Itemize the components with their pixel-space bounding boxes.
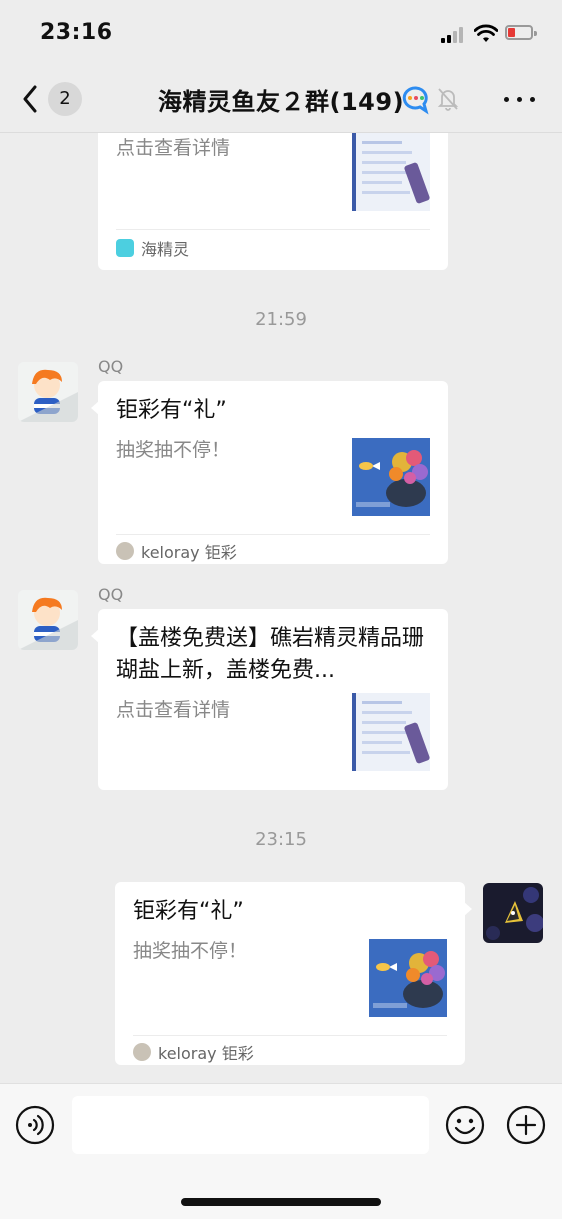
mini-program-card[interactable]: 钜彩有“礼” 抽奖抽不停！ keloray 钜彩	[91, 381, 448, 564]
card-title: 【盖楼免费送】礁岩精灵精品珊瑚盐上新，盖楼免费...	[116, 626, 425, 683]
back-chevron-icon	[23, 85, 37, 113]
chat-message-list[interactable]: 点击查看详情 海精灵 21:59 QQ 钜彩有“礼” 抽奖抽不停！ kelora…	[0, 133, 562, 1083]
input-bar	[0, 1083, 562, 1219]
sender-name: QQ	[98, 357, 124, 376]
card-title: 钜彩有“礼”	[116, 398, 227, 423]
timestamp: 21:59	[255, 309, 307, 330]
voice-icon[interactable]	[15, 1105, 55, 1145]
timestamp: 23:15	[255, 829, 307, 850]
card-description: 抽奖抽不停！	[116, 439, 231, 461]
status-time: 23:16	[40, 20, 113, 45]
card-divider	[116, 229, 430, 230]
card-source: keloray 钜彩	[116, 539, 237, 563]
mini-program-card[interactable]: 钜彩有“礼” 抽奖抽不停！ keloray 钜彩	[115, 882, 472, 1065]
card-divider	[116, 534, 430, 535]
card-description: 点击查看详情	[116, 699, 231, 721]
cartoon-boy-avatar-image	[18, 362, 78, 422]
unread-count-badge: 2	[48, 82, 82, 116]
cartoon-boy-avatar-image	[18, 590, 78, 650]
keloray-logo-icon	[133, 1043, 151, 1061]
avatar[interactable]	[18, 362, 78, 422]
sender-name: QQ	[98, 585, 124, 604]
plus-icon[interactable]	[506, 1105, 546, 1145]
page-title: 海精灵鱼友２群(149)	[158, 88, 405, 116]
card-thumbnail	[369, 939, 447, 1017]
cellular-signal-icon	[441, 27, 467, 43]
chat-header: 2 海精灵鱼友２群(149)	[0, 66, 562, 133]
mini-program-card[interactable]: 【盖楼免费送】礁岩精灵精品珊瑚盐上新，盖楼免费... 点击查看详情	[91, 609, 448, 790]
message-input[interactable]	[72, 1096, 429, 1154]
card-thumbnail	[352, 693, 430, 771]
status-bar: 23:16	[0, 0, 562, 66]
battery-icon	[505, 25, 537, 40]
chat-bubble-icon	[402, 86, 429, 115]
card-source: 海精灵	[116, 236, 189, 260]
card-divider	[133, 1035, 447, 1036]
card-description: 点击查看详情	[116, 137, 231, 159]
emoji-icon[interactable]	[445, 1105, 485, 1145]
coral-reef-image	[352, 438, 430, 516]
card-source-label: keloray 钜彩	[158, 1044, 254, 1063]
more-button[interactable]	[502, 86, 538, 112]
card-thumbnail	[352, 133, 430, 211]
mini-program-icon	[116, 239, 134, 257]
blurred-document-image	[352, 693, 430, 771]
fish-dark-avatar-image	[483, 883, 543, 943]
mute-bell-icon	[437, 88, 459, 111]
coral-reef-image	[369, 939, 447, 1017]
card-source-label: 海精灵	[141, 240, 190, 259]
card-description: 抽奖抽不停！	[133, 940, 248, 962]
blurred-document-image	[352, 133, 430, 211]
card-source: keloray 钜彩	[133, 1040, 254, 1064]
avatar[interactable]	[18, 590, 78, 650]
card-thumbnail	[352, 438, 430, 516]
card-title: 钜彩有“礼”	[133, 899, 244, 924]
back-button[interactable]: 2	[18, 80, 88, 118]
my-avatar[interactable]	[483, 883, 543, 943]
keloray-logo-icon	[116, 542, 134, 560]
wifi-icon	[474, 24, 498, 42]
home-indicator[interactable]	[181, 1198, 381, 1206]
card-source-label: keloray 钜彩	[141, 543, 237, 562]
mini-program-card[interactable]: 点击查看详情 海精灵	[98, 133, 448, 270]
